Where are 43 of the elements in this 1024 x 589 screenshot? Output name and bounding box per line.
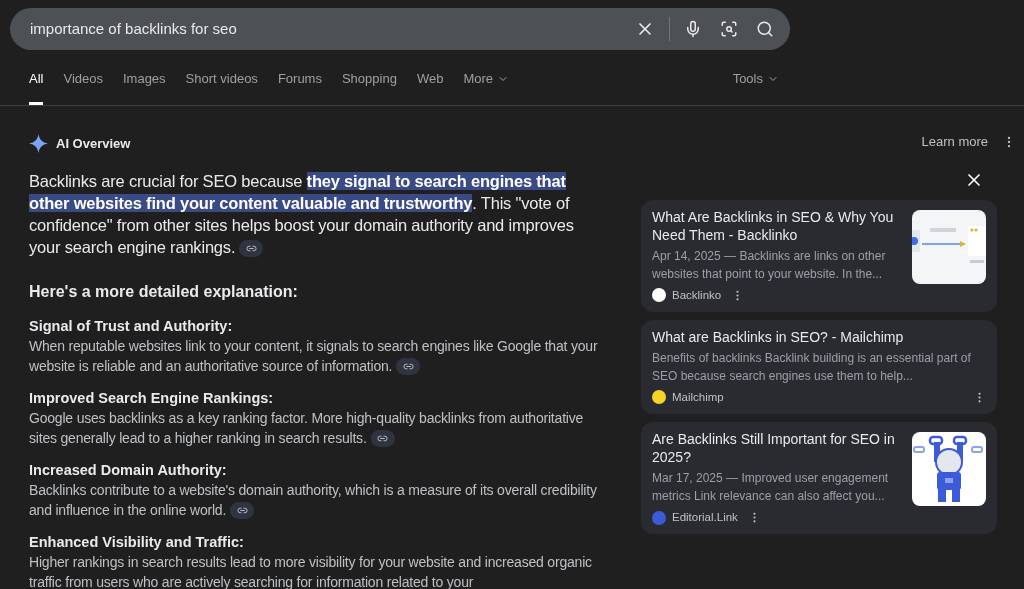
search-tab[interactable]: Short videos: [185, 63, 258, 105]
source-snippet: Apr 14, 2025 — Backlinks are links on other websites that point to your website. In the...: [652, 247, 887, 283]
source-title[interactable]: Are Backlinks Still Important for SEO in 2025?: [652, 430, 902, 466]
point-text: Backlinks contribute to a website's domain authority, which is a measure of its overall credibility and influence in the online world.: [29, 480, 598, 520]
source-card[interactable]: What are Backlinks in SEO? - Mailchimp Benefits of backlinks Backlink building is an essential part of SEO because search engines use them to help... Mailchimp: [641, 319, 997, 414]
link-button[interactable]: [396, 358, 421, 376]
point-heading: Improved Search Engine Rankings:: [29, 388, 275, 408]
search-tab[interactable]: Web: [416, 63, 444, 105]
camera-icon[interactable]: [720, 20, 738, 38]
tools-button[interactable]: Tools: [732, 63, 779, 105]
source-site: Mailchimp: [672, 389, 724, 405]
search-field[interactable]: importance of backlinks for seo: [10, 8, 790, 50]
search-tab[interactable]: All: [29, 63, 44, 105]
search-tab[interactable]: Images: [122, 63, 166, 105]
search-tab[interactable]: Videos: [63, 63, 103, 105]
point-text: Google uses backlinks as a key ranking factor. More high-quality backlinks from authoritative sites generally lead to a higher ranking in search results.: [29, 408, 585, 448]
point-heading: Enhanced Visibility and Traffic:: [29, 532, 245, 552]
overview-summary: Backlinks are crucial for SEO because they signal to search engines that other websites find your content valuable and trustworthy. This "vote of confidence" from other sites helps boost your domain authority and improves your search engine rankings.: [29, 170, 575, 258]
source-title[interactable]: What Are Backlinks in SEO & Why You Need Them - Backlinko: [652, 207, 902, 244]
point-heading: Signal of Trust and Authority:: [29, 316, 234, 336]
source-card[interactable]: Are Backlinks Still Important for SEO in 2025? Mar 17, 2025 — Improved user engagement metrics Link relevance can also affect you... Editorial.Link: [641, 422, 997, 535]
section-heading: Here's a more detailed explanation:: [29, 281, 299, 302]
point-text: Higher rankings in search results lead to more visibility for your website and increased organic traffic from users who are actively searching for information related to your: [29, 552, 593, 589]
source-site: Editorial.Link: [672, 510, 738, 525]
learn-more-link[interactable]: Learn more: [921, 132, 988, 152]
microphone-icon[interactable]: [684, 20, 702, 38]
search-tab[interactable]: Shopping: [341, 63, 397, 105]
point-text: When reputable websites link to your content, it signals to search engines like Google that your website is reliable and an authoritative source of information.: [29, 336, 599, 376]
link-button[interactable]: [370, 430, 395, 448]
point-heading: Increased Domain Authority:: [29, 460, 228, 480]
source-snippet: Mar 17, 2025 — Improved user engagement metrics Link relevance can also affect you...: [652, 470, 890, 505]
source-site: Backlinko: [672, 287, 722, 303]
source-card[interactable]: What Are Backlinks in SEO & Why You Need Them - Backlinko Apr 14, 2025 — Backlinks are links on other websites that point to your website. In the... Backlinko: [641, 199, 997, 312]
search-query: importance of backlinks for seo: [30, 18, 238, 39]
sparkle-icon: [29, 134, 48, 154]
source-title[interactable]: What are Backlinks in SEO? - Mailchimp: [652, 327, 986, 346]
source-snippet: Benefits of backlinks Backlink building is an essential part of SEO because search engines use them to help...: [652, 349, 972, 385]
link-button[interactable]: [230, 502, 255, 520]
search-tab[interactable]: More: [463, 63, 509, 105]
search-icon[interactable]: [756, 20, 774, 38]
search-tab[interactable]: Forums: [277, 63, 322, 105]
ai-overview-title: AI Overview: [56, 135, 131, 153]
link-button[interactable]: [239, 239, 264, 257]
